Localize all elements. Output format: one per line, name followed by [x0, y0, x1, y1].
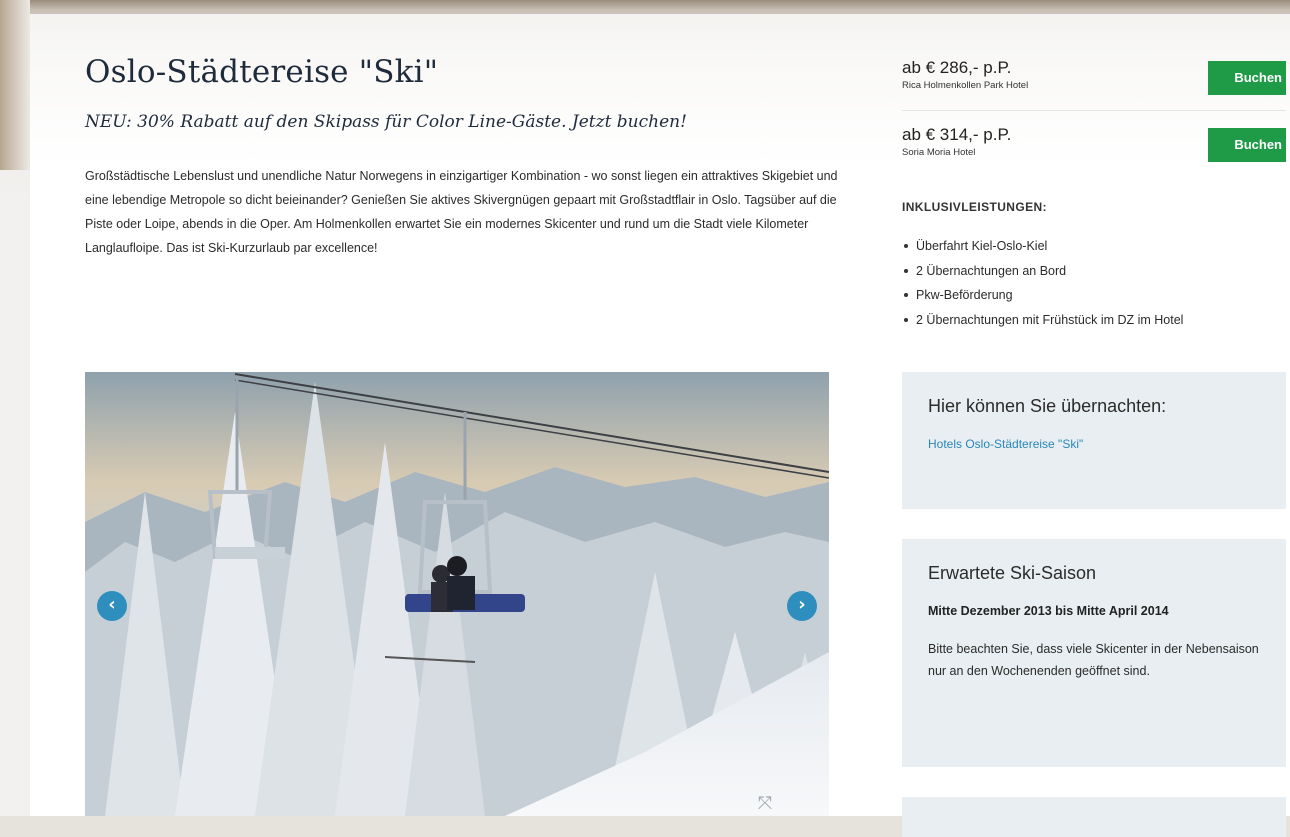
book-button[interactable]: Buchen	[1208, 128, 1286, 162]
list-item: 2 Übernachtungen mit Frühstück im DZ im …	[902, 308, 1183, 333]
hotels-link[interactable]: Hotels Oslo-Städtereise "Ski"	[928, 437, 1260, 451]
inclusions-heading: INKLUSIVLEISTUNGEN:	[902, 200, 1047, 214]
offer-soria-moria: ab € 314,- p.P. Soria Moria Hotel Buchen	[902, 125, 1286, 169]
offer-price: ab € 286,- p.P.	[902, 58, 1012, 77]
intro-text: Großstädtische Lebenslust und unendliche…	[85, 169, 838, 255]
ski-season-period: Mitte Dezember 2013 bis Mitte April 2014	[928, 604, 1169, 618]
background-trees	[0, 0, 30, 170]
ski-lift-photo	[85, 372, 829, 816]
slideshow-prev-icon[interactable]: ‹	[97, 591, 127, 621]
fullscreen-icon[interactable]: ⤧	[753, 792, 777, 816]
accommodation-title: Hier können Sie übernachten:	[928, 396, 1167, 416]
offer-price: ab € 314,- p.P.	[902, 125, 1012, 144]
ski-season-title: Erwartete Ski-Saison	[928, 563, 1097, 583]
page-title: Oslo-Städtereise "Ski"	[85, 54, 439, 90]
ski-season-box: Erwartete Ski-Saison Mitte Dezember 2013…	[902, 539, 1286, 767]
list-item: Überfahrt Kiel-Oslo-Kiel	[902, 234, 1183, 259]
additional-box	[902, 797, 1286, 837]
list-item: Pkw-Beförderung	[902, 283, 1183, 308]
ski-season-note: Bitte beachten Sie, dass viele Skicenter…	[928, 642, 1259, 678]
book-button[interactable]: Buchen	[1208, 61, 1286, 95]
offer-rica-holmenkollen: ab € 286,- p.P. Rica Holmenkollen Park H…	[902, 58, 1286, 111]
accommodation-box: Hier können Sie übernachten: Hotels Oslo…	[902, 372, 1286, 509]
offer-hotel-name: Rica Holmenkollen Park Hotel	[902, 80, 1029, 91]
slideshow-next-icon[interactable]: ›	[787, 591, 817, 621]
inclusions-list: Überfahrt Kiel-Oslo-Kiel 2 Übernachtunge…	[902, 234, 1183, 332]
photo-slideshow[interactable]: ‹ › ⤧	[85, 372, 829, 816]
offer-hotel-name: Soria Moria Hotel	[902, 147, 976, 158]
list-item: 2 Übernachtungen an Bord	[902, 259, 1183, 284]
promo-subtitle: NEU: 30% Rabatt auf den Skipass für Colo…	[85, 112, 687, 132]
content-card: Oslo-Städtereise "Ski" NEU: 30% Rabatt a…	[30, 14, 1290, 837]
